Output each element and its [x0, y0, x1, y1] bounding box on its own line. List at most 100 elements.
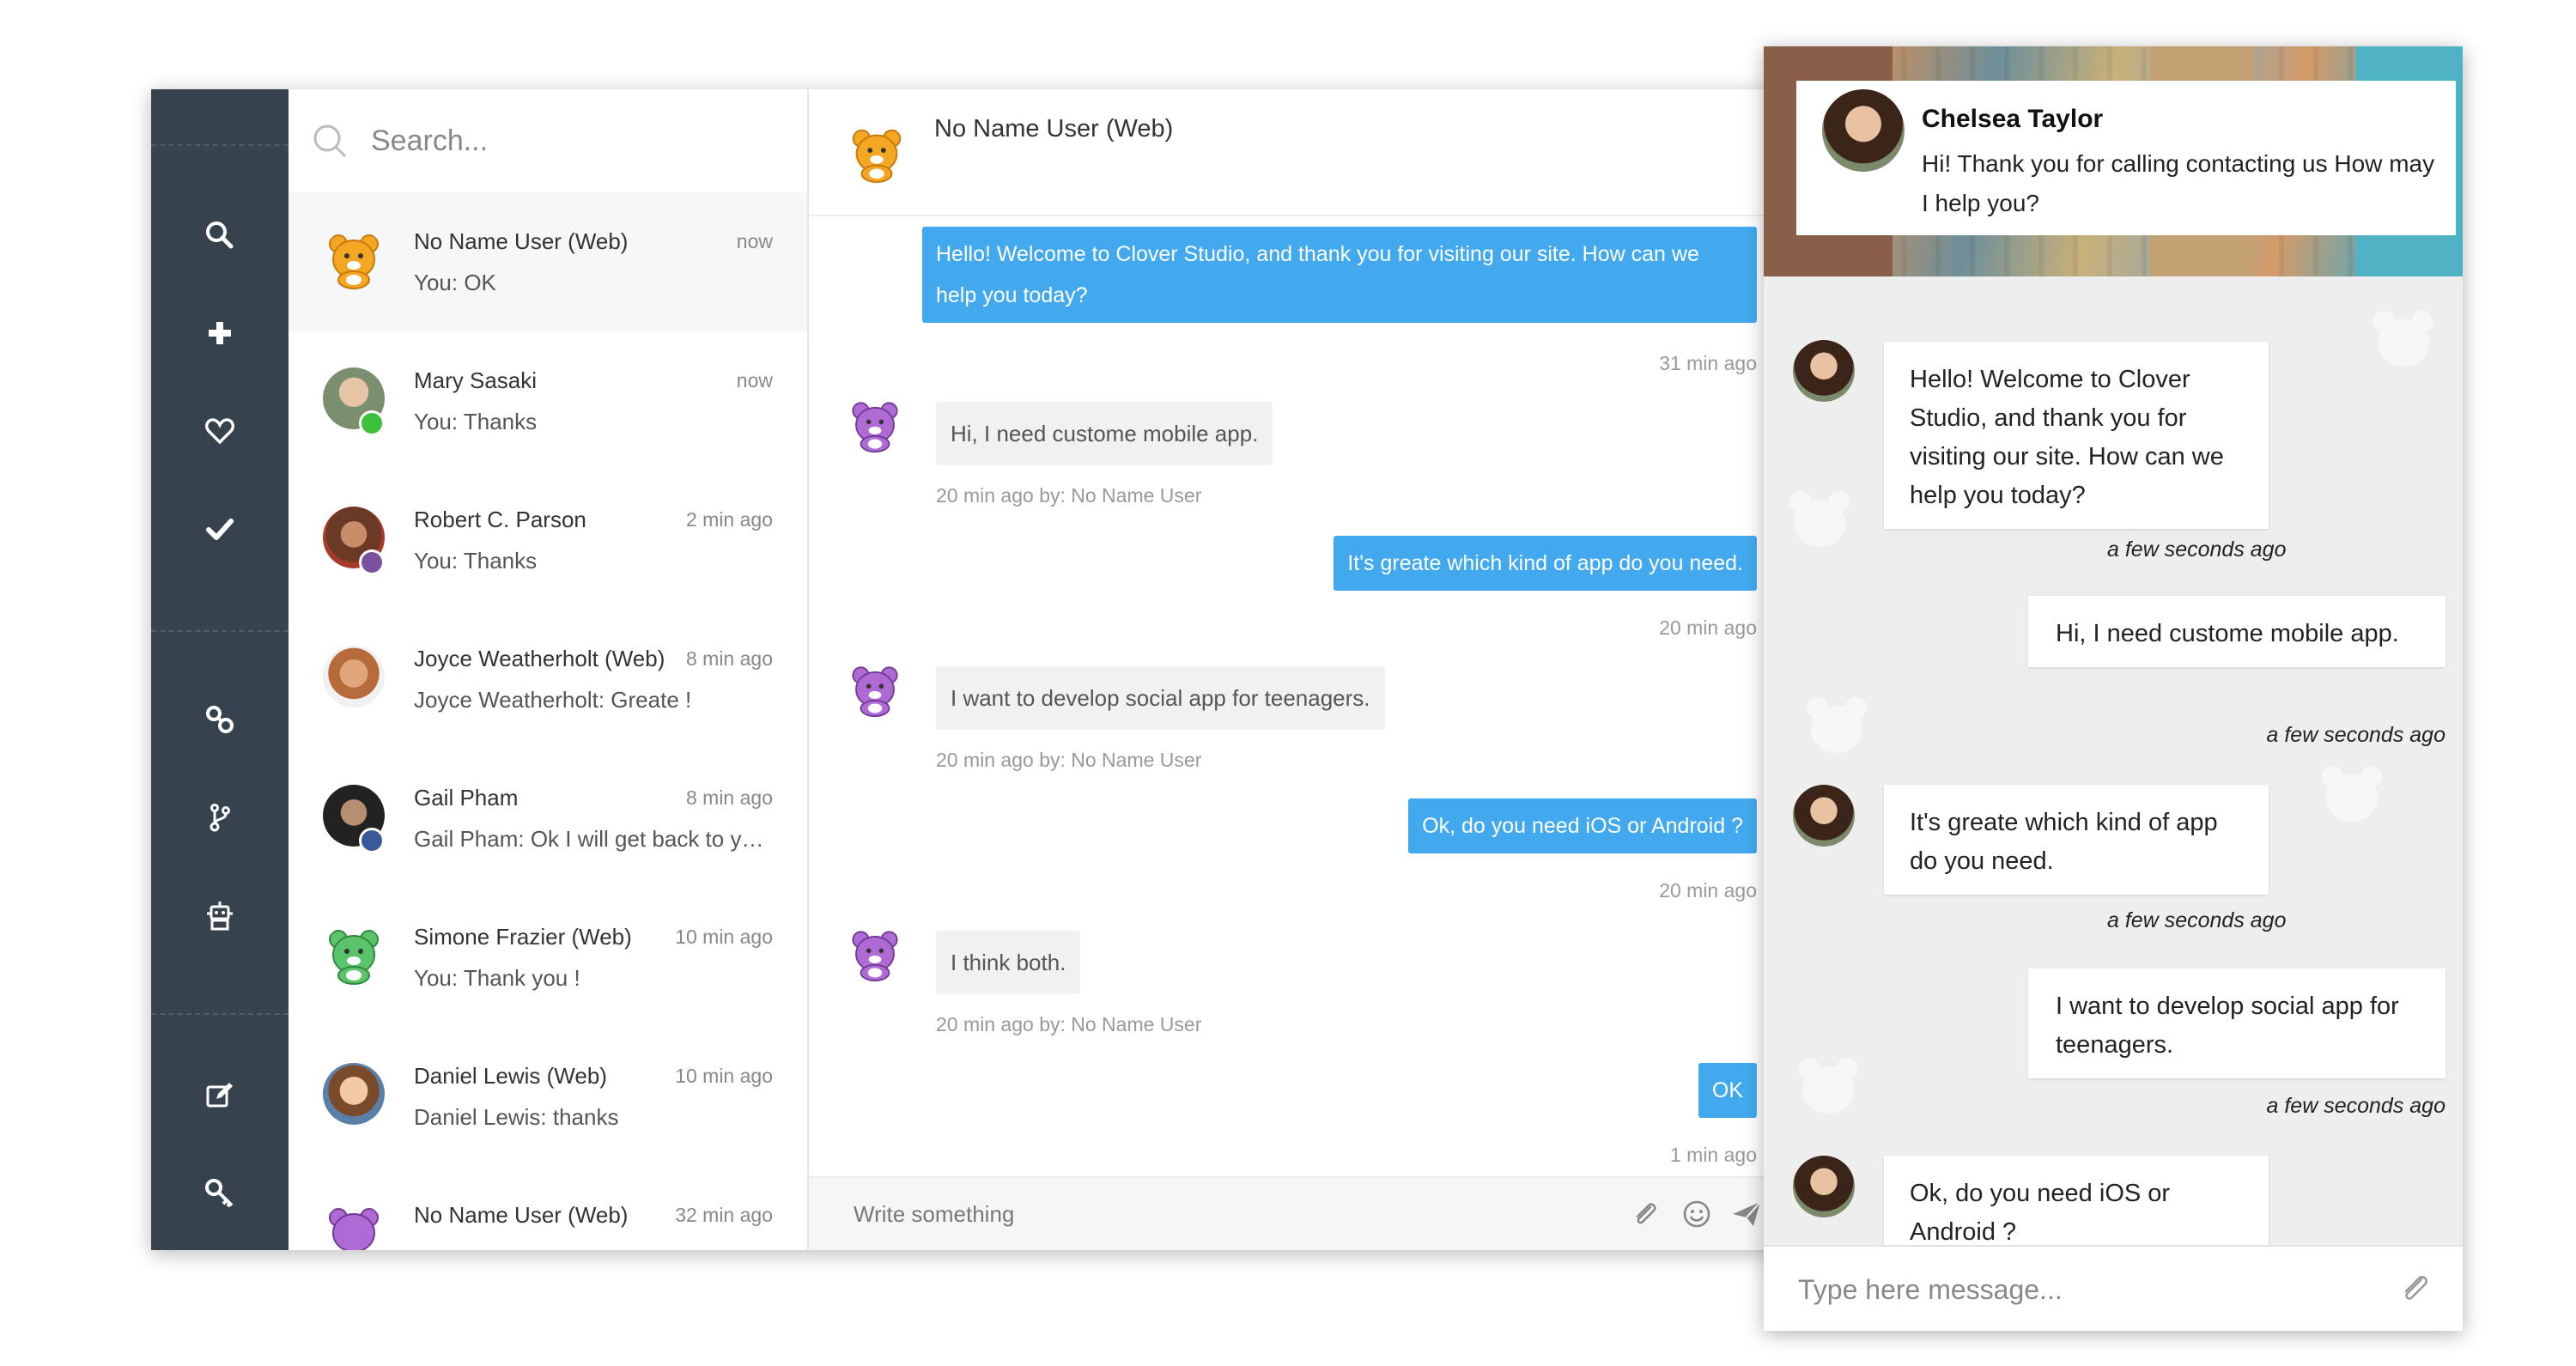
visitor-message: I want to develop social app for teenage…: [2028, 968, 2445, 1078]
bear-green-avatar: [329, 930, 379, 985]
emoji-icon[interactable]: [1680, 1197, 1714, 1231]
main-app-window: No Name User (Web) now You: OK Mary Sasa…: [151, 89, 1783, 1250]
message-meta: 20 min ago: [1659, 879, 1757, 902]
conversation-time: 10 min ago: [675, 926, 773, 948]
sidebar-divider: [151, 1013, 289, 1015]
conversation-preview: Joyce Weatherholt: Greate !: [414, 687, 692, 713]
chat-header: No Name User (Web): [809, 89, 1783, 216]
conversation-item[interactable]: No Name User (Web) now You: OK: [289, 192, 807, 331]
conversation-time: 32 min ago: [675, 1204, 773, 1226]
conversation-preview: You: OK: [414, 270, 496, 295]
check-icon[interactable]: [191, 500, 249, 558]
bear-watermark-icon: [2322, 766, 2382, 822]
edit-icon[interactable]: [191, 1066, 249, 1125]
bear-watermark-icon: [1789, 491, 1850, 547]
conversation-list: No Name User (Web) now You: OK Mary Sasa…: [289, 89, 809, 1250]
conversation-time: 8 min ago: [685, 647, 773, 670]
conversation-preview: Gail Pham: Ok I will get back to you soo…: [414, 826, 775, 852]
conversation-name: Gail Pham: [414, 785, 519, 810]
bear-watermark-icon: [1798, 1058, 1858, 1114]
conversation-name: Robert C. Parson: [414, 507, 586, 532]
agent-greeting: Hi! Thank you for calling contacting us …: [1922, 150, 2435, 216]
incoming-message: I think both.: [936, 931, 1081, 994]
bear-purple-avatar: [852, 931, 898, 982]
chat-widget-window: Chelsea Taylor Hi! Thank you for calling…: [1764, 46, 2463, 1331]
conversation-name: No Name User (Web): [414, 228, 629, 254]
widget-message-input[interactable]: [1796, 1266, 2384, 1314]
icon-sidebar: [151, 89, 289, 1250]
agent-avatar: [1793, 340, 1855, 402]
conversation-name: Daniel Lewis (Web): [414, 1063, 607, 1089]
message-meta: 31 min ago: [1659, 352, 1757, 374]
outgoing-message: Hello! Welcome to Clover Studio, and tha…: [922, 227, 1757, 323]
heart-icon[interactable]: [191, 402, 249, 460]
visitor-message: Hi, I need custome mobile app.: [2028, 596, 2445, 667]
outgoing-message: It's greate which kind of app do you nee…: [1334, 536, 1757, 591]
key-icon[interactable]: [191, 1164, 249, 1223]
paperclip-icon[interactable]: [1628, 1197, 1662, 1231]
conversation-time: 8 min ago: [685, 786, 773, 809]
conversation-item[interactable]: Robert C. Parson 2 min ago You: Thanks: [289, 471, 807, 610]
search-icon: [313, 124, 347, 158]
conversation-item[interactable]: Simone Frazier (Web) 10 min ago You: Tha…: [289, 888, 807, 1027]
conversation-item[interactable]: Joyce Weatherholt (Web) 8 min ago Joyce …: [289, 610, 807, 749]
outgoing-message: Ok, do you need iOS or Android ?: [1408, 798, 1757, 853]
robot-icon[interactable]: [191, 886, 249, 944]
paperclip-icon[interactable]: [2396, 1269, 2433, 1307]
search-icon[interactable]: [191, 206, 249, 264]
message-meta: 20 min ago by: No Name User: [936, 484, 1202, 507]
message-composer: [809, 1176, 1783, 1250]
sidebar-divider: [151, 630, 289, 632]
conversation-preview: You: Thanks: [414, 548, 538, 574]
bear-purple-avatar: [852, 666, 898, 718]
plus-icon[interactable]: [191, 304, 249, 362]
message-time: a few seconds ago: [2107, 908, 2287, 932]
bear-orange-avatar: [852, 129, 902, 184]
photo-avatar: [323, 646, 385, 707]
link-icon[interactable]: [191, 690, 249, 749]
conversation-time: 2 min ago: [685, 508, 773, 531]
agent-avatar: [1793, 1156, 1855, 1217]
outgoing-message: OK: [1698, 1063, 1757, 1118]
conversation-item[interactable]: Mary Sasaki now You: Thanks: [289, 331, 807, 471]
branch-icon[interactable]: [191, 788, 249, 847]
conversation-item[interactable]: Gail Pham 8 min ago Gail Pham: Ok I will…: [289, 749, 807, 888]
facebook-badge-icon: [359, 828, 385, 853]
message-time: a few seconds ago: [2266, 1094, 2445, 1118]
agent-avatar: [1793, 785, 1855, 847]
bear-watermark-icon: [1807, 697, 1867, 753]
conversation-name: No Name User (Web): [414, 1202, 629, 1228]
search-bar: [289, 89, 807, 194]
incoming-message: I want to develop social app for teenage…: [936, 666, 1385, 730]
photo-avatar: [323, 1063, 385, 1125]
conversation-time: 10 min ago: [675, 1065, 773, 1087]
agent-avatar: [1817, 84, 1910, 177]
conversation-name: Joyce Weatherholt (Web): [414, 646, 665, 671]
message-time: a few seconds ago: [2107, 537, 2287, 562]
message-meta: 20 min ago: [1659, 616, 1757, 639]
chat-title: No Name User (Web): [934, 115, 1174, 143]
conversation-preview: You: Thank you !: [414, 965, 580, 991]
send-icon[interactable]: [1729, 1197, 1764, 1231]
widget-composer: [1764, 1245, 2463, 1331]
conversation-name: Mary Sasaki: [414, 367, 538, 393]
message-time: a few seconds ago: [2266, 723, 2445, 747]
conversation-time: now: [736, 230, 773, 252]
conversation-item[interactable]: Daniel Lewis (Web) 10 min ago Daniel Lew…: [289, 1027, 807, 1166]
chat-panel: No Name User (Web) Hello! Welcome to Clo…: [809, 89, 1783, 1250]
bear-orange-avatar: [329, 234, 379, 289]
incoming-message: Hi, I need custome mobile app.: [936, 402, 1273, 465]
conversation-item[interactable]: No Name User (Web) 32 min ago: [289, 1166, 807, 1250]
line-badge-icon: [359, 410, 385, 436]
widget-message-list: Hello! Welcome to Clover Studio, and tha…: [1764, 276, 2463, 1293]
conversation-time: now: [736, 369, 773, 392]
agent-name: Chelsea Taylor: [1922, 105, 2104, 133]
bear-watermark-icon: [2373, 311, 2433, 367]
search-input[interactable]: [369, 115, 785, 167]
message-input[interactable]: [852, 1192, 1542, 1236]
bear-purple-avatar: [852, 402, 898, 453]
conversation-preview: You: Thanks: [414, 409, 538, 434]
conversation-name: Simone Frazier (Web): [414, 924, 632, 950]
message-meta: 20 min ago by: No Name User: [936, 1013, 1202, 1035]
sidebar-divider: [151, 144, 289, 146]
